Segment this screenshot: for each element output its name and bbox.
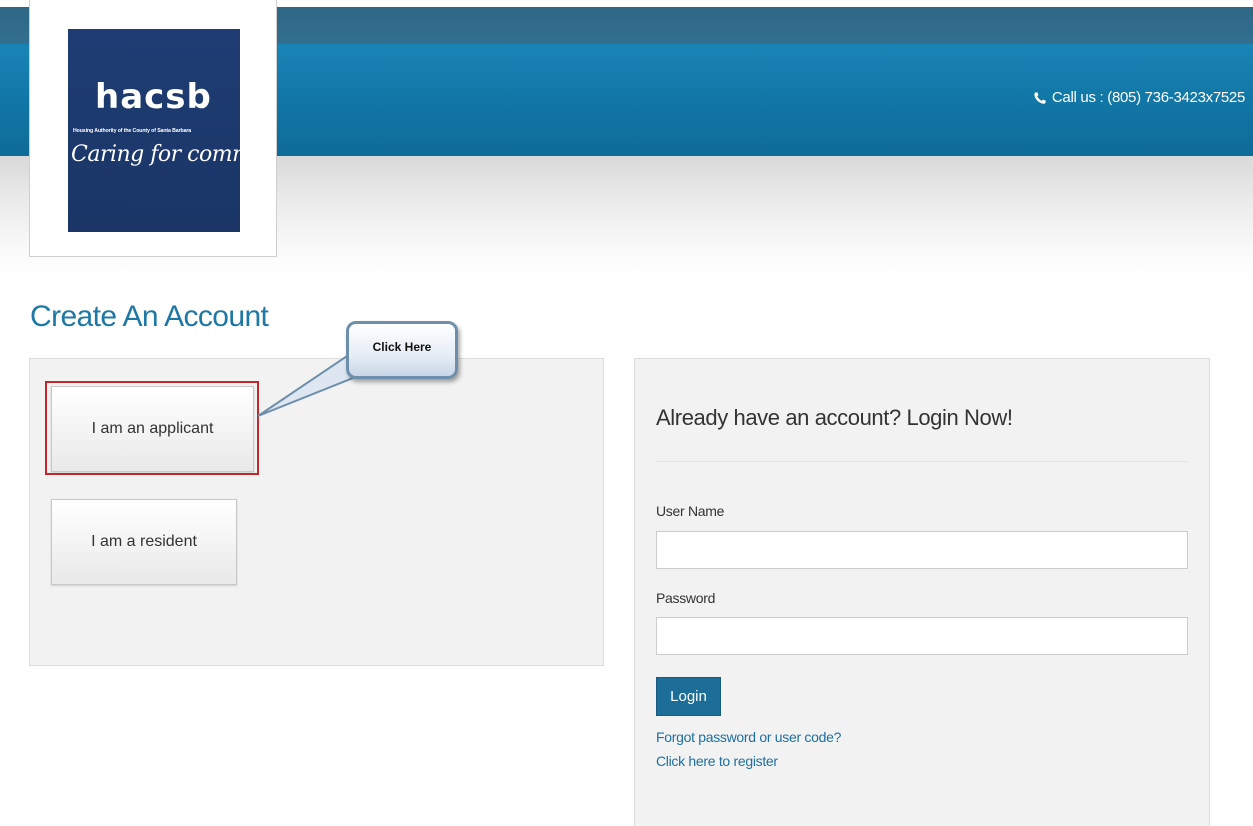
phone-icon bbox=[1034, 91, 1046, 104]
phone-text: Call us : (805) 736-3423x7525 bbox=[1051, 89, 1245, 106]
username-label: User Name bbox=[656, 503, 725, 519]
login-heading: Already have an account? Login Now! bbox=[656, 405, 1013, 430]
resident-button[interactable]: I am a resident bbox=[51, 499, 237, 585]
username-input[interactable] bbox=[656, 531, 1188, 569]
logo-mark: hacsb bbox=[95, 77, 212, 117]
logo-subtitle: Housing Authority of the County of Santa… bbox=[73, 128, 192, 134]
login-button[interactable]: Login bbox=[656, 677, 721, 716]
password-label: Password bbox=[656, 590, 716, 606]
phone-contact: Call us : (805) 736-3423x7525 bbox=[1033, 89, 1245, 106]
hacsb-logo[interactable]: hacsb Housing Authority of the County of… bbox=[68, 29, 240, 232]
callout-text: Click Here bbox=[372, 340, 432, 354]
register-link[interactable]: Click here to register bbox=[656, 753, 778, 769]
login-divider bbox=[656, 461, 1188, 462]
password-input[interactable] bbox=[656, 617, 1188, 655]
forgot-password-link[interactable]: Forgot password or user code? bbox=[656, 729, 841, 745]
callout-pointer bbox=[257, 352, 355, 417]
applicant-highlight-box bbox=[45, 381, 259, 475]
logo-tagline: Caring for community bbox=[71, 142, 240, 167]
click-here-callout: Click Here bbox=[346, 321, 458, 379]
page-title: Create An Account bbox=[30, 300, 269, 333]
logo-frame[interactable]: hacsb Housing Authority of the County of… bbox=[29, 0, 277, 257]
